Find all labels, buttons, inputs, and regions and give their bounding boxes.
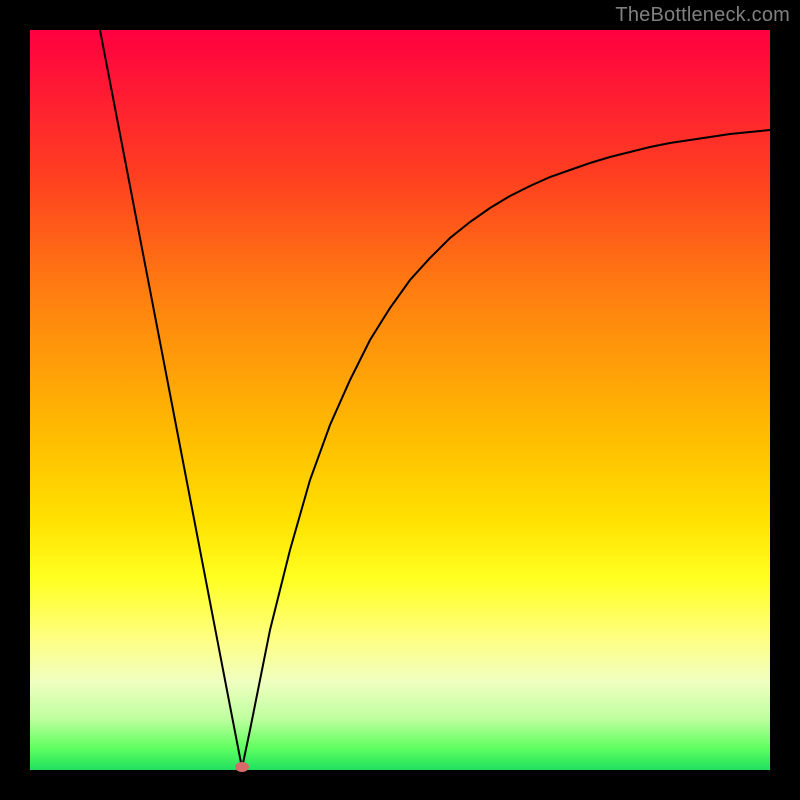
right-branch-path bbox=[242, 130, 770, 768]
left-branch-path bbox=[100, 30, 242, 768]
chart-frame: TheBottleneck.com bbox=[0, 0, 800, 800]
watermark-text: TheBottleneck.com bbox=[615, 4, 790, 27]
minimum-marker bbox=[235, 762, 249, 772]
curve-layer bbox=[30, 30, 770, 770]
plot-area bbox=[30, 30, 770, 770]
